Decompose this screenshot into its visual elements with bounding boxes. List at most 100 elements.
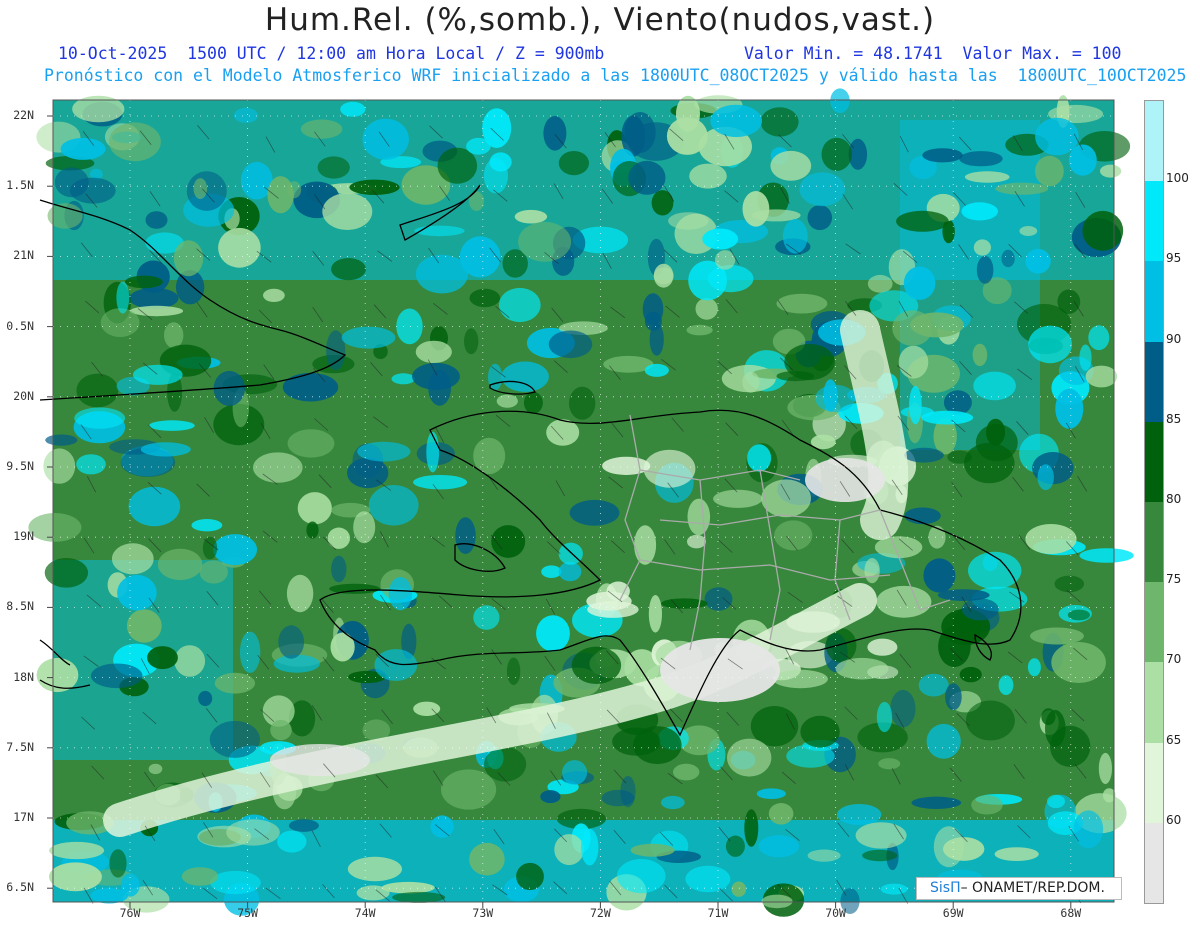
humidity-patch	[191, 519, 223, 532]
humidity-patch	[396, 308, 423, 345]
humidity-patch	[1088, 325, 1110, 351]
humidity-patch	[938, 625, 971, 668]
humidity-patch	[965, 700, 1015, 741]
humidity-patch	[496, 394, 518, 408]
colorbar-segment	[1145, 742, 1163, 824]
humidity-patch	[412, 362, 460, 390]
colorbar-segment	[1145, 261, 1163, 343]
humidity-patch	[426, 431, 440, 473]
lat-label: 18N	[13, 669, 34, 684]
colorbar-label: 90	[1166, 331, 1182, 346]
humidity-patch	[1030, 627, 1084, 645]
lat-label: 19N	[13, 529, 34, 544]
humidity-patch	[807, 205, 833, 231]
humidity-patch	[100, 308, 140, 337]
humidity-patch	[707, 265, 754, 293]
humidity-patch	[890, 689, 916, 728]
humidity-patch	[644, 363, 669, 377]
humidity-patch	[1028, 325, 1072, 364]
humidity-patch	[562, 760, 588, 785]
humidity-patch	[233, 107, 259, 123]
humidity-patch	[976, 256, 994, 284]
humidity-patch	[973, 239, 992, 256]
humidity-patch	[518, 221, 572, 262]
lat-label: 1.5N	[6, 178, 34, 193]
humidity-patch	[1079, 548, 1134, 563]
humidity-patch	[181, 867, 219, 886]
humidity-patch	[329, 583, 380, 594]
humidity-patch	[1055, 388, 1084, 429]
humidity-patch	[1085, 365, 1118, 388]
humidity-patch	[772, 669, 828, 689]
humidity-patch	[54, 167, 89, 198]
humidity-patch	[904, 507, 941, 525]
humidity-patch	[864, 558, 880, 584]
humidity-patch	[770, 150, 812, 181]
humidity-patch	[331, 555, 347, 583]
humidity-patch	[918, 673, 949, 697]
humidity-patch	[464, 328, 479, 355]
lon-label: 75W	[237, 906, 258, 920]
humidity-patch	[910, 312, 964, 338]
lon-label: 70W	[825, 906, 846, 920]
humidity-patch	[116, 281, 130, 314]
colorbar-segment	[1145, 662, 1163, 744]
humidity-patch	[971, 795, 1003, 815]
humidity-patch	[286, 574, 314, 613]
colorbar-label: 60	[1166, 812, 1182, 827]
colorbar	[1144, 100, 1164, 904]
humidity-patch	[1051, 642, 1106, 683]
humidity-patch	[758, 835, 800, 858]
humidity-patch	[837, 804, 882, 825]
humidity-patch	[799, 172, 846, 207]
lat-label: 6.5N	[6, 880, 34, 895]
humidity-patch	[800, 715, 840, 748]
humidity-patch	[994, 847, 1039, 861]
humidity-patch	[624, 112, 656, 153]
humidity-patch	[133, 364, 183, 385]
humidity-patch	[768, 803, 794, 825]
humidity-patch	[867, 274, 893, 293]
humidity-patch	[469, 842, 505, 876]
humidity-patch	[569, 386, 596, 420]
humidity-patch	[270, 719, 292, 741]
humidity-patch	[673, 763, 700, 781]
humidity-patch	[620, 776, 636, 808]
humidity-patch	[368, 485, 419, 526]
colorbar-label: 95	[1166, 251, 1182, 266]
humidity-patch	[76, 454, 106, 475]
humidity-patch	[643, 449, 696, 488]
humidity-patch	[909, 385, 922, 425]
humidity-patch	[388, 577, 413, 611]
humidity-patch	[1047, 794, 1065, 809]
colorbar-label: 85	[1166, 411, 1182, 426]
lon-label: 71W	[707, 906, 729, 920]
humidity-patch	[267, 176, 294, 214]
forecast-map	[28, 88, 1134, 917]
humidity-patch	[648, 595, 663, 633]
humidity-patch	[128, 486, 181, 527]
onamet-credit: – ONAMET/REP.DOM.	[960, 880, 1105, 896]
humidity-patch	[1057, 289, 1081, 314]
humidity-patch	[414, 225, 465, 237]
humidity-patch	[357, 441, 411, 462]
humidity-patch	[540, 790, 561, 804]
humidity-patch	[760, 107, 799, 137]
humidity-patch	[198, 690, 213, 707]
humidity-patch	[558, 542, 583, 565]
humidity-patch	[904, 447, 944, 463]
humidity-patch	[742, 371, 760, 393]
humidity-patch	[867, 638, 898, 656]
humidity-patch	[282, 372, 339, 402]
humidity-patch	[634, 525, 657, 565]
humidity-patch	[731, 881, 747, 897]
lat-label: 17N	[13, 810, 34, 824]
humidity-patch	[49, 841, 105, 860]
humidity-patch	[193, 178, 208, 200]
humidity-patch	[896, 210, 949, 232]
humidity-patch	[1025, 248, 1051, 274]
humidity-patch	[392, 891, 446, 903]
humidity-patch	[1054, 575, 1085, 593]
lon-label: 73W	[472, 906, 494, 920]
humidity-patch	[1100, 164, 1122, 178]
